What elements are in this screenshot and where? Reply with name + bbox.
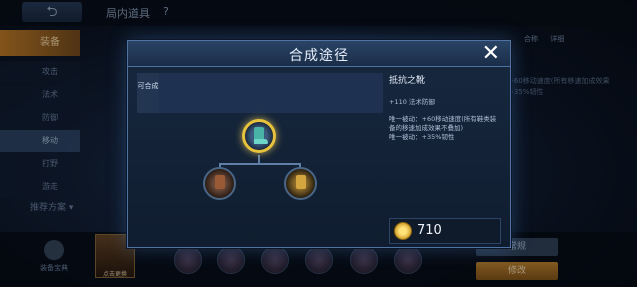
resistance-boots-icon[interactable] (242, 119, 276, 153)
tree-connector (219, 163, 301, 165)
recipe-tree (198, 117, 328, 202)
item-name: 抵抗之靴 (389, 76, 426, 86)
item-passive-1: 唯一被动：+60移动速度(所有鞋类装备的移速加成效果不叠加) (389, 115, 497, 132)
item-passive-2: 唯一被动：+35%韧性 (389, 133, 455, 141)
tree-connector (258, 155, 260, 163)
component-boots-icon[interactable] (203, 167, 236, 200)
craft-path-dialog: 合成途径 ✕ 可合成 抵抗之靴 +110 法术防御 唯一被动：+60移动速度(所… (127, 40, 511, 248)
gold-coin-icon (394, 222, 412, 240)
component-armor-icon[interactable] (284, 167, 317, 200)
item-price: 710 (417, 223, 442, 238)
item-stat: +110 法术防御 (389, 98, 435, 106)
craftable-items-strip (159, 73, 383, 113)
buy-price-box[interactable]: 710 (389, 218, 501, 244)
dialog-title: 合成途径 (289, 48, 349, 64)
dialog-header: 合成途径 ✕ (128, 41, 510, 67)
item-info-panel: 抵抗之靴 +110 法术防御 唯一被动：+60移动速度(所有鞋类装备的移速加成效… (389, 73, 502, 213)
craftable-label: 可合成 (137, 73, 159, 113)
close-icon[interactable]: ✕ (482, 42, 500, 66)
